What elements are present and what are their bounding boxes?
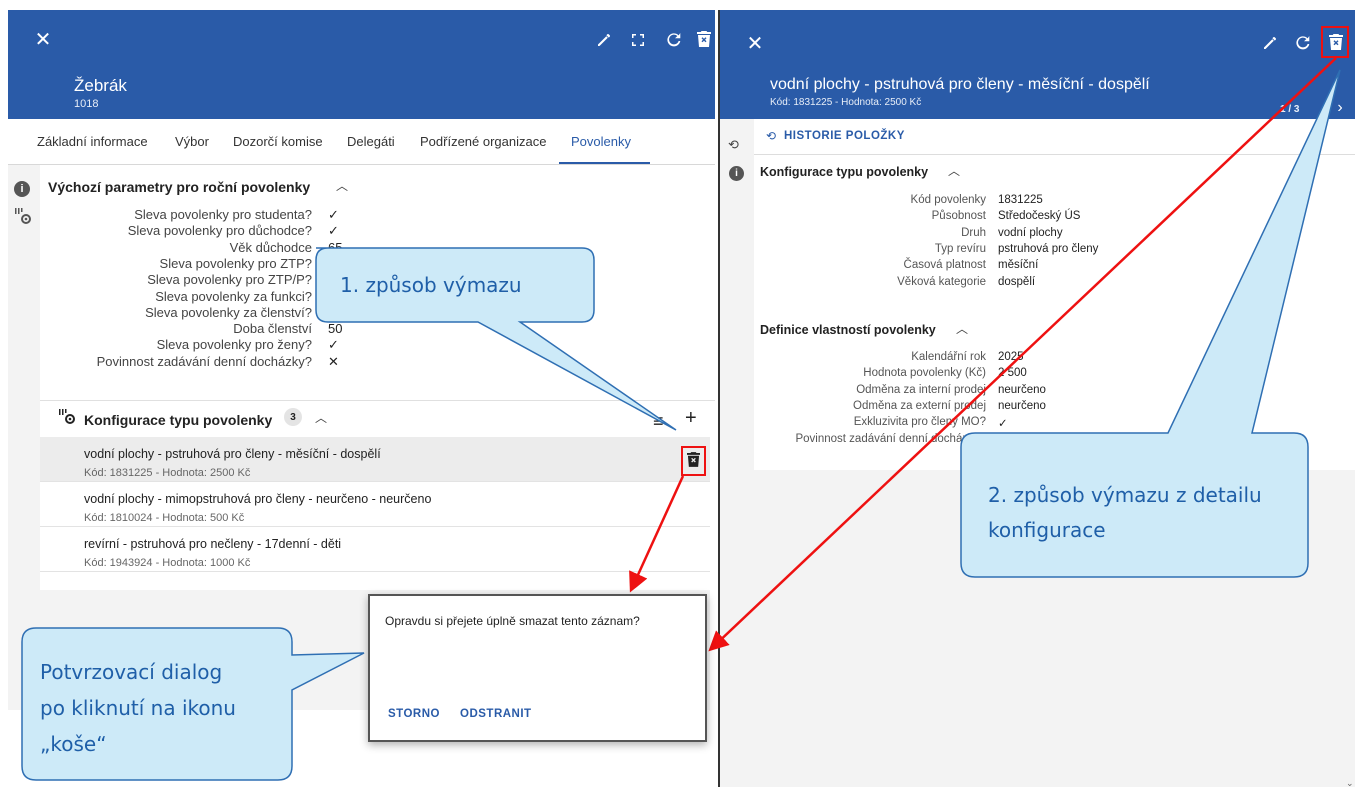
dialog-question: Opravdu si přejete úplně smazat tento zá… (385, 614, 640, 628)
callout-text-3c: „koše“ (40, 732, 107, 756)
callout-text-3a: Potvrzovací dialog (40, 660, 223, 684)
detail-delete-highlight-box (1321, 26, 1349, 58)
delete-icon[interactable] (687, 452, 701, 468)
callout-text-2b: konfigurace (988, 518, 1106, 542)
arrow-to-dialog-from-list (629, 475, 685, 593)
confirm-dialog: Opravdu si přejete úplně smazat tento zá… (368, 594, 707, 742)
cancel-button[interactable]: STORNO (388, 708, 440, 720)
callout-text-2a: 2. způsob výmazu z detailu (988, 483, 1262, 507)
screenshot-root: ✕ Žebrák 1018 Základní informace Výbor D… (0, 0, 1355, 787)
callout-text-1: 1. způsob výmazu (340, 273, 522, 297)
delete-confirm-button[interactable]: ODSTRANIT (460, 708, 532, 720)
callout-text-3b: po kliknutí na ikonu (40, 696, 236, 720)
